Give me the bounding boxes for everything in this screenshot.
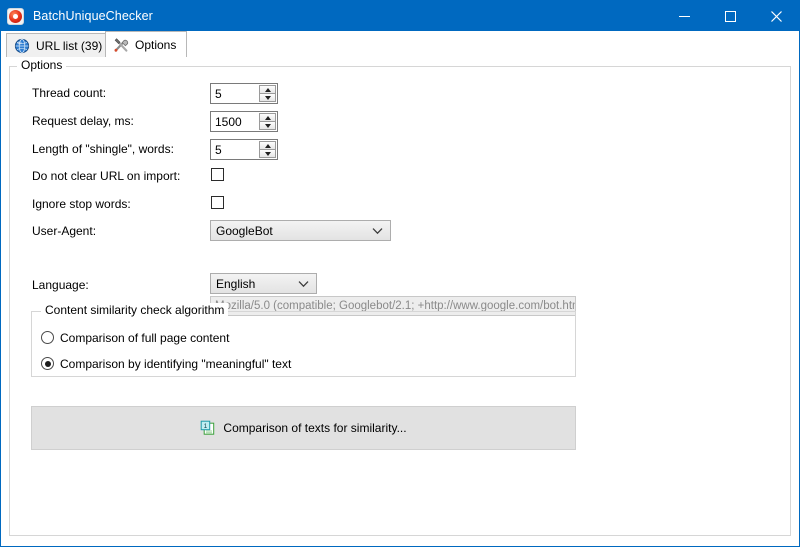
window-controls [661,1,799,31]
tab-url-list[interactable]: URL list (39) [6,33,114,57]
shingle-length-value[interactable]: 5 [211,140,259,159]
tools-icon [113,37,129,53]
ignore-stop-words-checkbox[interactable] [211,196,224,209]
target-icon [7,7,24,25]
chevron-down-icon [295,280,312,288]
radio-meaningful-text[interactable] [41,357,54,370]
language-value: English [216,276,256,291]
minimize-icon[interactable] [661,1,707,31]
tab-url-list-label: URL list (39) [36,38,103,53]
chevron-down-icon [369,227,386,235]
radio-selected-dot [44,360,51,367]
thread-count-decrement[interactable] [259,94,276,102]
thread-count-stepper[interactable]: 5 [210,83,278,104]
thread-count-increment[interactable] [259,85,276,94]
request-delay-label: Request delay, ms: [32,114,134,128]
compare-texts-button[interactable]: 1 Comparison of texts for similarity... [31,406,576,450]
thread-count-value[interactable]: 5 [211,84,259,103]
compare-texts-button-label: Comparison of texts for similarity... [223,421,407,435]
tab-options[interactable]: Options [105,31,188,58]
request-delay-stepper[interactable]: 1500 [210,111,278,132]
request-delay-spin-buttons [259,113,276,130]
options-groupbox-title: Options [17,58,67,72]
do-not-clear-url-label: Do not clear URL on import: [32,169,181,183]
compare-texts-icon: 1 [200,420,216,436]
shingle-length-label: Length of "shingle", words: [32,142,174,156]
ignore-stop-words-label: Ignore stop words: [32,197,131,211]
request-delay-value[interactable]: 1500 [211,112,259,131]
close-icon[interactable] [753,1,799,31]
user-agent-label: User-Agent: [32,224,97,238]
thread-count-spin-buttons [259,85,276,102]
shingle-length-decrement[interactable] [259,150,276,158]
request-delay-decrement[interactable] [259,122,276,130]
language-label: Language: [32,278,89,292]
radio-full-page-content[interactable] [41,331,54,344]
svg-text:1: 1 [204,423,208,430]
request-delay-increment[interactable] [259,113,276,122]
shingle-length-stepper[interactable]: 5 [210,139,278,160]
shingle-length-spin-buttons [259,141,276,158]
user-agent-select[interactable]: GoogleBot [210,220,391,241]
radio-meaningful-text-label[interactable]: Comparison by identifying "meaningful" t… [60,357,291,371]
radio-full-page-content-label[interactable]: Comparison of full page content [60,331,229,345]
tab-strip: URL list (39) Options [2,31,798,58]
options-panel: Options Thread count: 5 Request delay, m… [2,57,798,545]
tab-options-label: Options [135,37,177,52]
thread-count-label: Thread count: [32,86,107,100]
user-agent-value: GoogleBot [216,223,273,238]
application-window: BatchUniqueChecker URL list (39) Options… [0,0,800,547]
globe-icon [14,38,30,54]
title-bar: BatchUniqueChecker [1,1,799,31]
algorithm-groupbox-title: Content similarity check algorithm [41,303,229,317]
shingle-length-increment[interactable] [259,141,276,150]
language-select[interactable]: English [210,273,317,294]
maximize-icon[interactable] [707,1,753,31]
window-title: BatchUniqueChecker [33,9,153,23]
do-not-clear-url-checkbox[interactable] [211,168,224,181]
